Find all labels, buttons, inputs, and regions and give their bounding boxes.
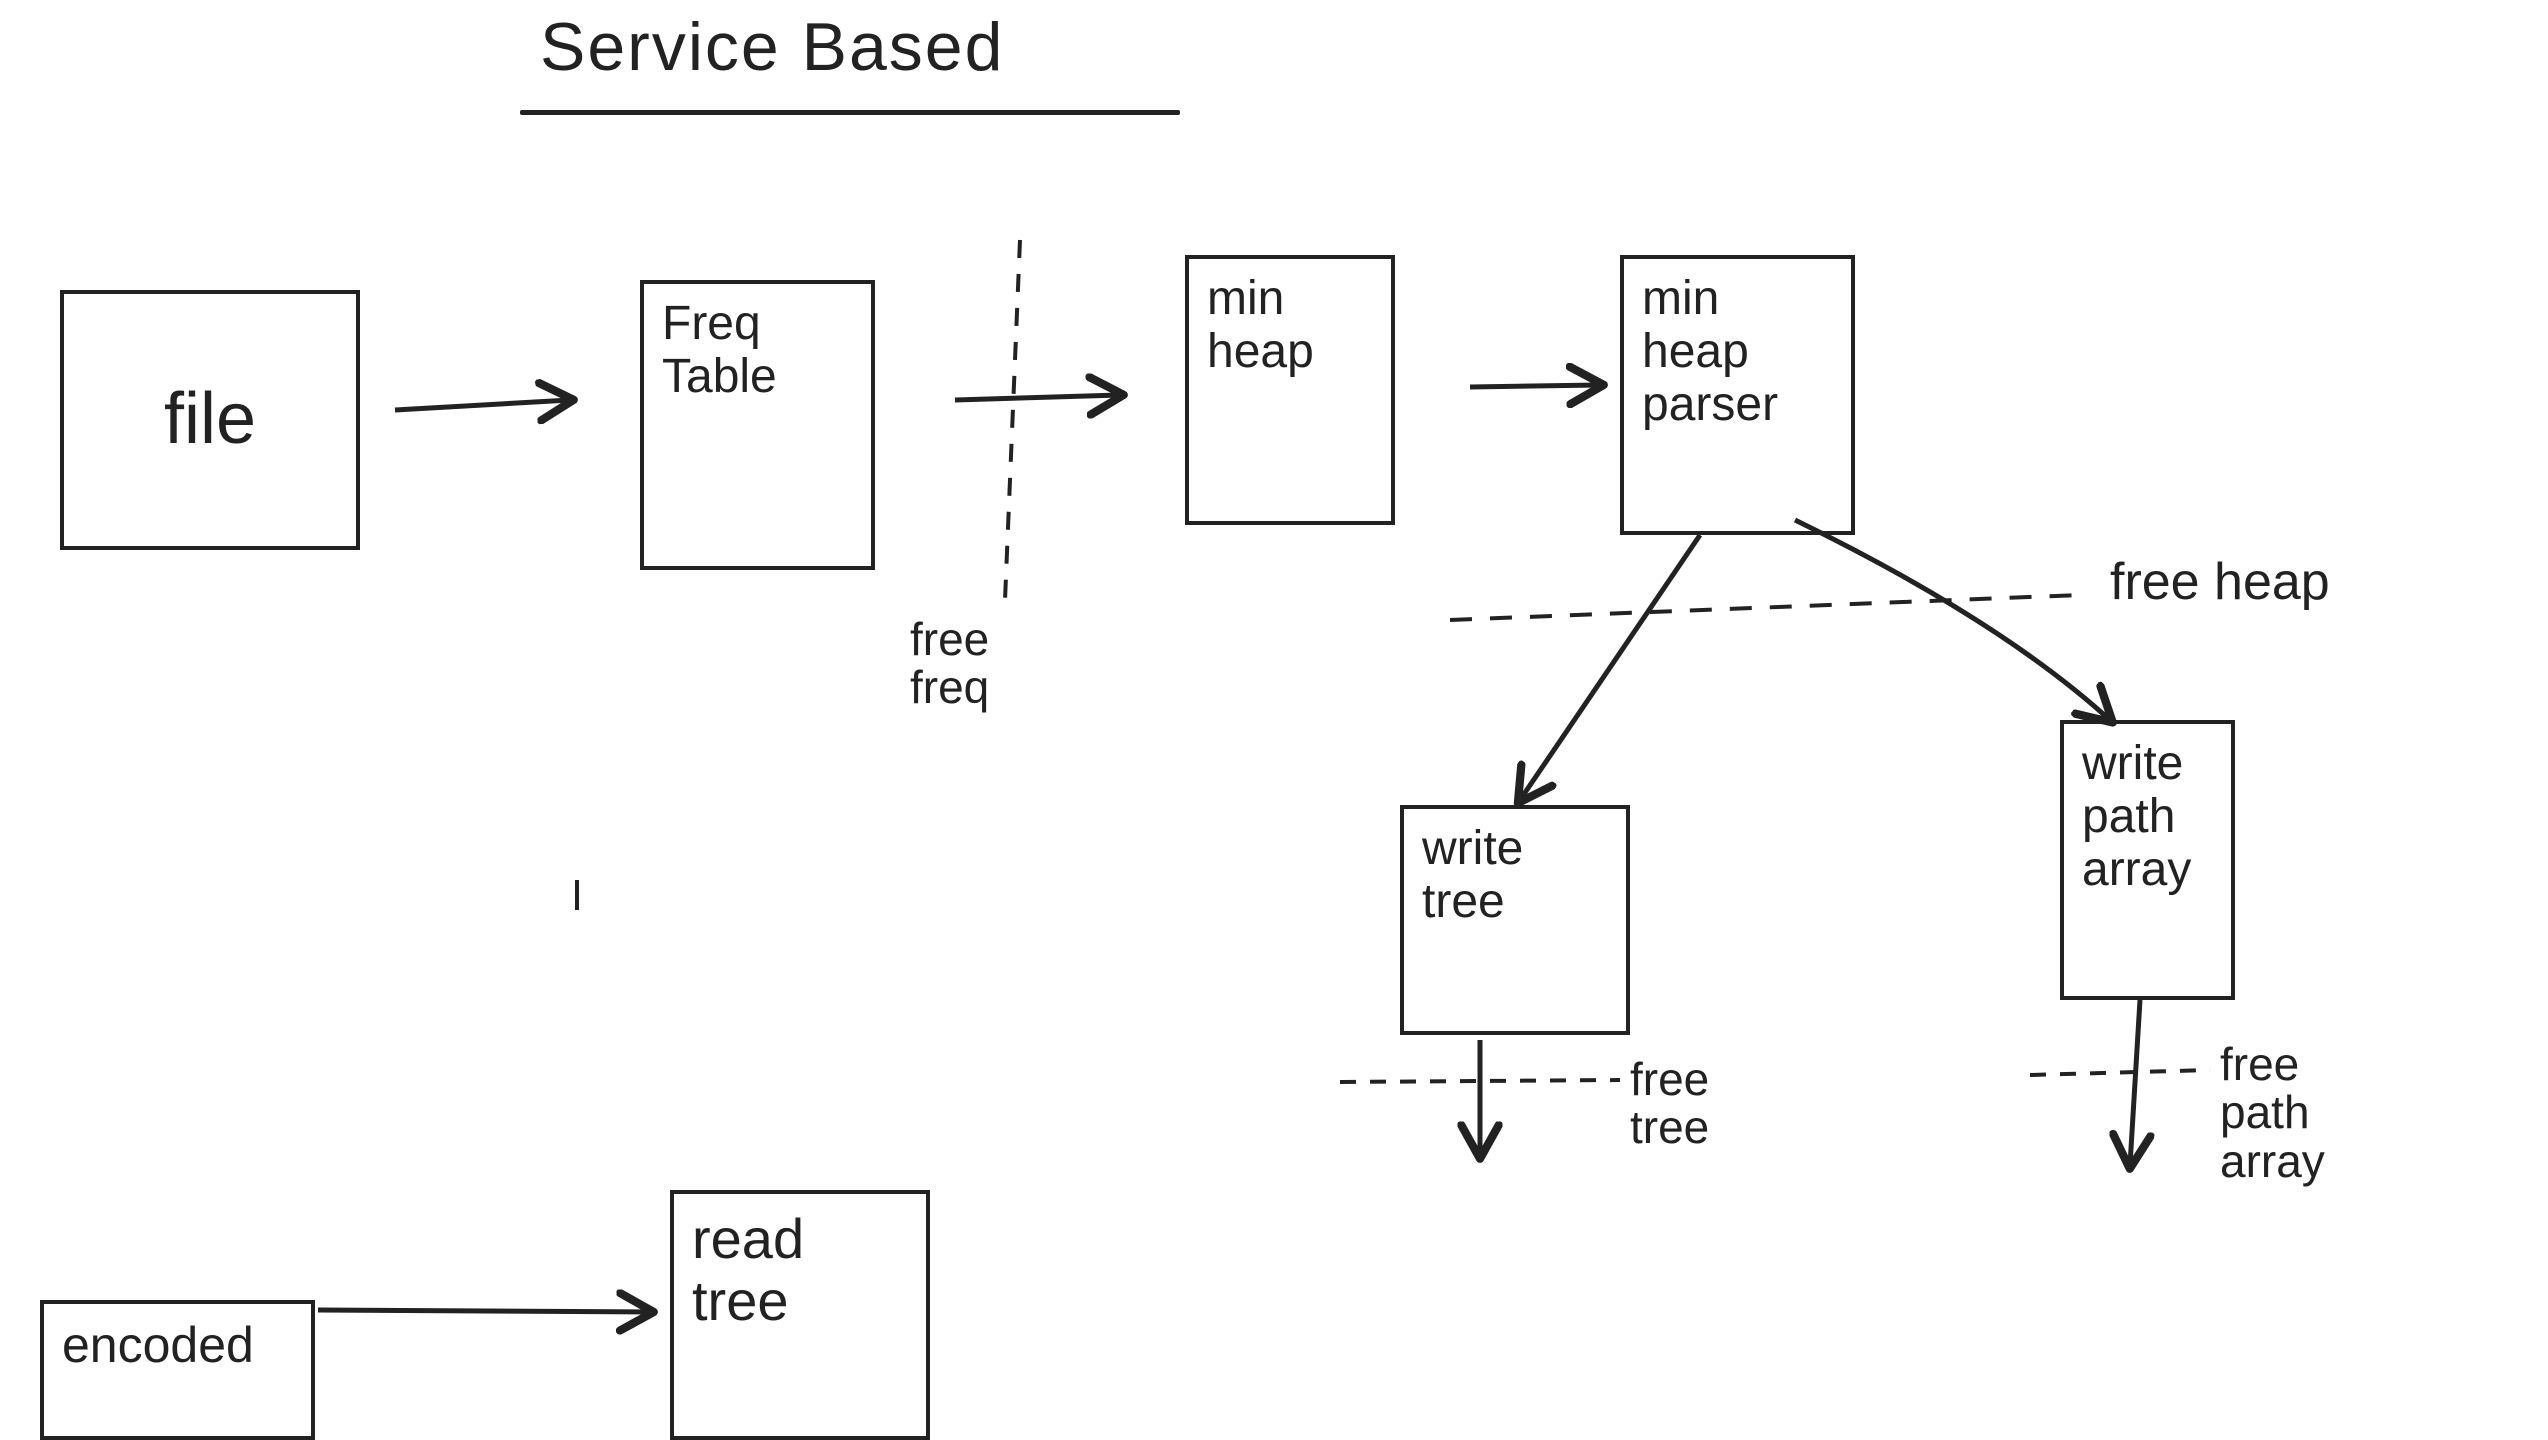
box-write-path-array: write path array [2060, 720, 2235, 1000]
box-file: file [60, 290, 360, 550]
label-free-tree: free tree [1630, 1055, 1709, 1152]
label-free-path-array: free path array [2220, 1040, 2325, 1185]
box-encoded: encoded [40, 1300, 315, 1440]
box-min-heap: min heap [1185, 255, 1395, 525]
connectors [0, 0, 2548, 1433]
stray-mark [575, 880, 579, 910]
label-free-heap: free heap [2110, 555, 2330, 610]
diagram-title: Service Based [540, 8, 1004, 86]
box-write-tree: write tree [1400, 805, 1630, 1035]
box-freq-table: Freq Table [640, 280, 875, 570]
box-read-tree: read tree [670, 1190, 930, 1440]
title-underline [520, 110, 1180, 115]
box-min-heap-parser: min heap parser [1620, 255, 1855, 535]
label-free-freq: free freq [910, 615, 989, 712]
